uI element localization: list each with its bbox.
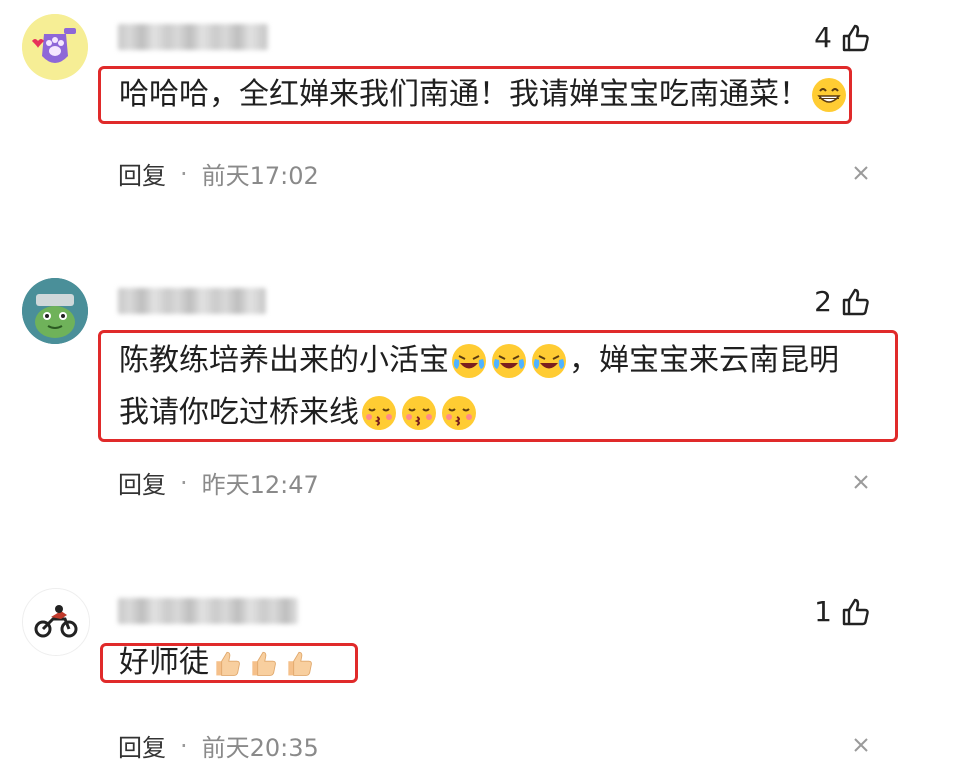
- like-count: 2: [814, 285, 832, 318]
- comment-text-line2: 我请你吃过桥来线: [119, 395, 359, 430]
- close-icon[interactable]: [852, 164, 870, 182]
- reply-button[interactable]: 回复: [118, 156, 166, 191]
- kissing-emoji-icon: [441, 395, 477, 431]
- kissing-emoji-icon: [361, 395, 397, 431]
- reply-button[interactable]: 回复: [118, 465, 166, 500]
- laughing-crying-emoji-icon: [531, 343, 567, 379]
- avatar[interactable]: [22, 588, 90, 656]
- avatar[interactable]: [22, 14, 88, 80]
- username-blurred[interactable]: [118, 598, 298, 624]
- comment-text: 好师徒: [119, 645, 209, 680]
- paw-avatar-icon: [22, 14, 88, 80]
- separator-dot: ·: [180, 731, 188, 760]
- thumbs-up-icon: [842, 24, 869, 52]
- comment-text: 哈哈哈，全红婵来我们南通！我请婵宝宝吃南通菜！: [119, 77, 809, 112]
- motorcycle-avatar-icon: [23, 589, 89, 655]
- timestamp: 昨天12:47: [201, 471, 319, 499]
- timestamp: 前天17:02: [201, 162, 319, 190]
- thumbs-up-icon: [842, 288, 869, 316]
- like-button[interactable]: 4: [814, 22, 872, 54]
- highlighted-comment: 陈教练培养出来的小活宝 ，婵宝宝来云南昆明 我请你吃过桥来线: [98, 330, 898, 442]
- kissing-emoji-icon: [401, 395, 437, 431]
- thumbs-up-emoji-icon: [211, 647, 243, 679]
- thumbs-up-icon: [842, 598, 869, 626]
- grinning-emoji-icon: [811, 77, 847, 113]
- reply-button[interactable]: 回复: [118, 728, 166, 763]
- thumbs-up-emoji-icon: [247, 647, 279, 679]
- comment-meta: 回复 · 昨天12:47: [118, 465, 319, 500]
- like-count: 4: [814, 21, 832, 54]
- like-button[interactable]: 1: [814, 596, 872, 628]
- frog-avatar-icon: [22, 278, 88, 344]
- comment-meta: 回复 · 前天20:35: [118, 728, 319, 763]
- comment-meta: 回复 · 前天17:02: [118, 156, 319, 191]
- close-icon[interactable]: [852, 736, 870, 754]
- comment-text-line1: 陈教练培养出来的小活宝: [119, 343, 449, 378]
- separator-dot: ·: [180, 159, 188, 188]
- avatar[interactable]: [22, 278, 88, 344]
- laughing-crying-emoji-icon: [491, 343, 527, 379]
- separator-dot: ·: [180, 468, 188, 497]
- laughing-crying-emoji-icon: [451, 343, 487, 379]
- comment-text-line1-tail: ，婵宝宝来云南昆明: [569, 343, 839, 378]
- like-count: 1: [814, 595, 832, 628]
- highlighted-comment: 哈哈哈，全红婵来我们南通！我请婵宝宝吃南通菜！: [98, 66, 852, 124]
- like-button[interactable]: 2: [814, 286, 872, 318]
- highlighted-comment: 好师徒: [100, 643, 358, 683]
- comment-list: 4 哈哈哈，全红婵来我们南通！我请婵宝宝吃南通菜！ 回复 · 前天17:02 2…: [0, 0, 960, 781]
- thumbs-up-emoji-icon: [283, 647, 315, 679]
- username-blurred[interactable]: [118, 24, 268, 50]
- username-blurred[interactable]: [118, 288, 266, 314]
- timestamp: 前天20:35: [201, 734, 319, 762]
- close-icon[interactable]: [852, 473, 870, 491]
